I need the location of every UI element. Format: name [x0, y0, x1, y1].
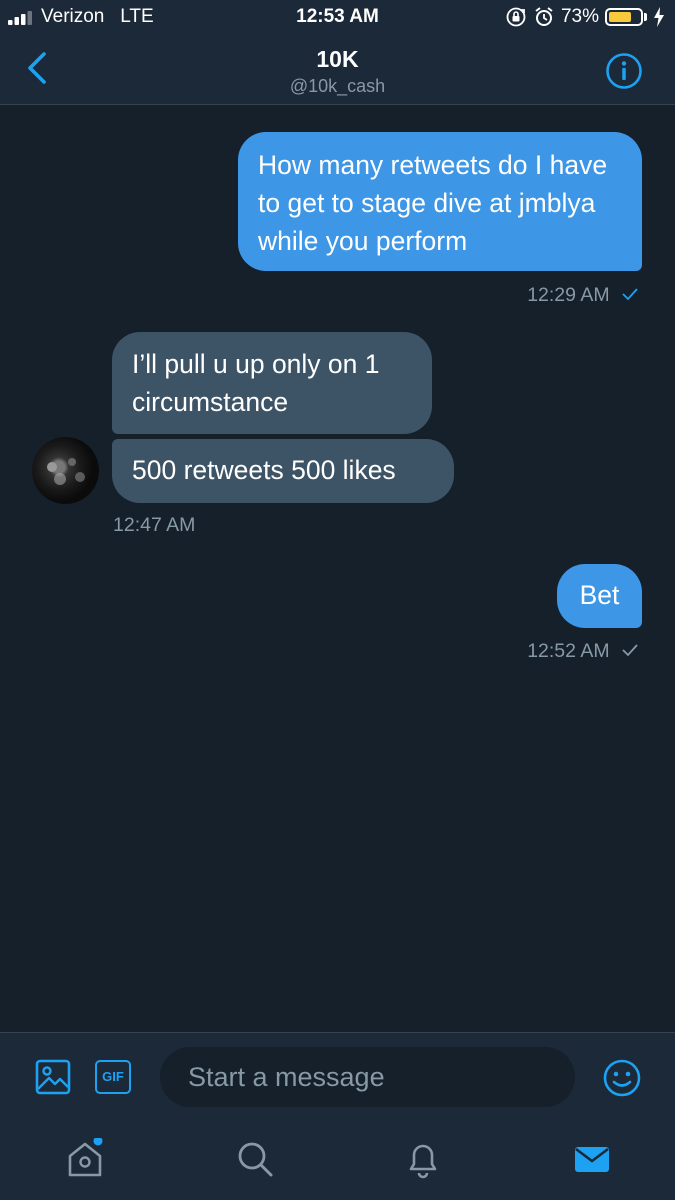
message-text: I’ll pull u up only on 1 circumstance [132, 349, 380, 417]
orientation-lock-icon [506, 7, 526, 27]
home-icon[interactable] [64, 1138, 106, 1180]
info-icon[interactable] [605, 52, 643, 90]
gif-icon[interactable]: GIF [95, 1060, 131, 1094]
message-bubble-received[interactable]: I’ll pull u up only on 1 circumstance [112, 332, 432, 434]
message-text: 500 retweets 500 likes [132, 455, 396, 485]
battery-percent: 73% [560, 6, 599, 27]
message-timestamp: 12:47 AM [113, 514, 196, 536]
message-text: Bet [579, 580, 620, 610]
conversation-header: 10K @10k_cash [0, 34, 675, 105]
conversation-handle[interactable]: @10k_cash [0, 76, 675, 97]
conversation-title[interactable]: 10K [0, 46, 675, 73]
status-bar: Verizon LTE 12:53 AM 73% [0, 0, 675, 34]
message-input[interactable] [160, 1047, 575, 1107]
notification-dot [93, 1138, 103, 1146]
search-icon[interactable] [234, 1138, 276, 1180]
emoji-icon[interactable] [602, 1058, 642, 1098]
image-icon[interactable] [35, 1059, 71, 1095]
notifications-icon[interactable] [402, 1138, 444, 1180]
messages-icon[interactable] [571, 1138, 613, 1180]
status-right: 73% [505, 5, 665, 29]
timestamp-text: 12:29 AM [527, 284, 610, 306]
gif-label: GIF [102, 1069, 124, 1084]
message-bubble-received[interactable]: 500 retweets 500 likes [112, 439, 454, 503]
checkmark-icon [622, 644, 638, 657]
battery-icon [605, 8, 647, 26]
avatar-photo [47, 458, 85, 485]
bottom-tab-bar [0, 1122, 675, 1200]
charging-bolt-icon [654, 7, 664, 27]
message-composer: GIF [0, 1032, 675, 1123]
checkmark-icon [622, 288, 638, 301]
alarm-icon [535, 7, 553, 26]
timestamp-text: 12:52 AM [527, 640, 610, 662]
avatar[interactable] [32, 437, 99, 504]
message-timestamp: 12:52 AM [527, 640, 639, 663]
message-timestamp: 12:29 AM [527, 284, 639, 307]
message-text: How many retweets do I have to get to st… [258, 150, 608, 256]
message-bubble-sent[interactable]: How many retweets do I have to get to st… [238, 132, 642, 271]
message-bubble-sent[interactable]: Bet [557, 564, 642, 628]
battery-fill [609, 12, 631, 22]
